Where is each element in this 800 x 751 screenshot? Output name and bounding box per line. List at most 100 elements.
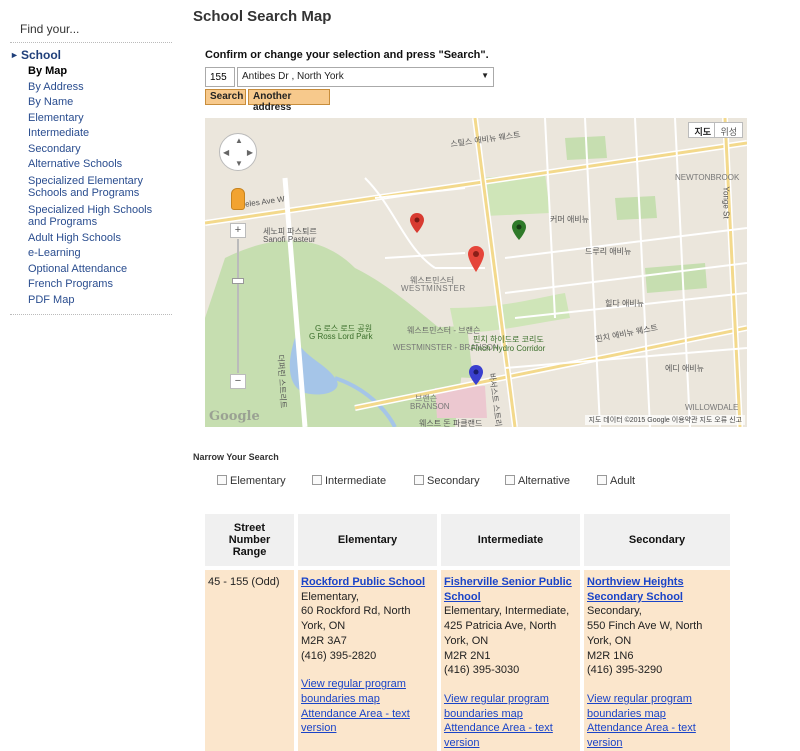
sidebar-item-alternative-schools[interactable]: Alternative Schools	[10, 157, 172, 173]
school-phone: (416) 395-3290	[587, 664, 663, 677]
label-westdon-kr: 웨스트 돈 파클랜드	[419, 419, 483, 427]
page-title: School Search Map	[193, 8, 332, 25]
narrow-search-heading: Narrow Your Search	[193, 452, 279, 462]
filter-label: Alternative	[518, 475, 570, 487]
checkbox[interactable]	[597, 475, 607, 485]
school-postal: M2R 3A7	[301, 634, 347, 647]
boundaries-map-link[interactable]: View regular program boundaries map	[444, 693, 549, 720]
attendance-text-link[interactable]: Attendance Area - text version	[301, 708, 410, 735]
sidebar-divider	[10, 314, 172, 315]
sidebar-item-intermediate[interactable]: Intermediate	[10, 126, 172, 142]
sidebar-item-secondary[interactable]: Secondary	[10, 142, 172, 158]
attendance-text-link[interactable]: Attendance Area - text version	[587, 722, 696, 749]
marker-blue-icon[interactable]	[469, 365, 483, 385]
school-cell-secondary: Northview Heights Secondary School Secon…	[584, 570, 730, 751]
sidebar-item-by-address[interactable]: By Address	[10, 80, 172, 96]
search-button[interactable]: Search	[205, 89, 246, 105]
label-cummer-kr: 커머 애비뉴	[550, 215, 590, 224]
google-logo: Google	[209, 409, 260, 424]
map-type-satellite-button[interactable]: 위성	[714, 122, 743, 138]
filter-label: Secondary	[427, 475, 480, 487]
filter-adult[interactable]: Adult	[597, 475, 635, 487]
street-select[interactable]: Antibes Dr , North York ▼	[237, 67, 494, 87]
label-ross-lord: G Ross Lord Park	[309, 332, 373, 341]
school-cell-elementary: Rockford Public School Elementary, 60 Ro…	[298, 570, 437, 751]
find-your-heading: Find your...	[10, 22, 172, 43]
header-elementary: Elementary	[298, 514, 437, 566]
sidebar-item-adult-high[interactable]: Adult High Schools	[10, 231, 172, 247]
map-type-map-button[interactable]: 지도	[688, 122, 717, 138]
pan-left-icon[interactable]: ◀	[223, 148, 229, 157]
sidebar-item-e-learning[interactable]: e-Learning	[10, 246, 172, 262]
checkbox[interactable]	[312, 475, 322, 485]
label-willowdale: WILLOWDALE	[685, 403, 739, 412]
sidebar-section-school[interactable]: ► School	[10, 47, 172, 64]
caret-right-icon: ►	[10, 50, 19, 60]
marker-red-icon[interactable]	[410, 213, 424, 233]
label-ede-kr: 에디 애비뉴	[665, 364, 705, 373]
sidebar-item-specialized-elementary[interactable]: Specialized Elementary Schools and Progr…	[10, 173, 172, 202]
attendance-text-link[interactable]: Attendance Area - text version	[444, 722, 553, 749]
label-newtonbrook: NEWTONBROOK	[675, 173, 740, 182]
school-link-fisherville[interactable]: Fisherville Senior Public School	[444, 576, 572, 603]
school-link-rockford[interactable]: Rockford Public School	[301, 576, 425, 588]
sidebar-item-by-name[interactable]: By Name	[10, 95, 172, 111]
checkbox[interactable]	[217, 475, 227, 485]
sidebar-item-french-programs[interactable]: French Programs	[10, 277, 172, 293]
school-address: 425 Patricia Ave, North York, ON	[444, 620, 557, 647]
zoom-slider-track[interactable]	[237, 239, 239, 373]
school-phone: (416) 395-3030	[444, 664, 520, 677]
school-type: Secondary,	[587, 605, 642, 618]
sidebar-section-label: School	[21, 48, 62, 62]
pan-right-icon[interactable]: ▶	[247, 148, 253, 157]
label-westminster-branson-kr: 웨스트민스터 - 브랜슨	[407, 326, 481, 335]
school-type: Elementary,	[301, 590, 359, 603]
school-address: 550 Finch Ave W, North York, ON	[587, 620, 703, 647]
sidebar-item-elementary[interactable]: Elementary	[10, 111, 172, 127]
pan-down-icon[interactable]: ▼	[235, 159, 243, 168]
school-map[interactable]: 스틸스 애비뉴 웨스트 Steeles Ave W 세노피 파스퇴르 Sanof…	[205, 118, 747, 427]
school-phone: (416) 395-2820	[301, 649, 377, 662]
chevron-down-icon: ▼	[481, 71, 489, 80]
school-link-northview[interactable]: Northview Heights Secondary School	[587, 576, 684, 603]
filter-label: Intermediate	[325, 475, 387, 487]
sidebar-item-optional-attendance[interactable]: Optional Attendance	[10, 262, 172, 278]
school-postal: M2R 1N6	[587, 649, 634, 662]
sidebar-item-by-map[interactable]: By Map	[10, 64, 172, 80]
sidebar-menu: ► School By Map By Address By Name Eleme…	[10, 47, 172, 308]
park-area	[615, 196, 657, 220]
label-branson: BRANSON	[410, 402, 450, 411]
street-number-input[interactable]	[205, 67, 235, 87]
map-credit[interactable]: 지도 데이터 ©2015 Google 이용약관 지도 오류 신고	[585, 415, 745, 425]
school-postal: M2R 2N1	[444, 649, 491, 662]
checkbox[interactable]	[505, 475, 515, 485]
boundaries-map-link[interactable]: View regular program boundaries map	[301, 678, 406, 705]
filter-elementary[interactable]: Elementary	[217, 475, 286, 487]
zoom-out-button[interactable]: −	[230, 374, 246, 389]
street-view-pegman-icon[interactable]	[231, 188, 245, 210]
checkbox[interactable]	[414, 475, 424, 485]
school-cell-intermediate: Fisherville Senior Public School Element…	[441, 570, 580, 751]
filter-secondary[interactable]: Secondary	[414, 475, 480, 487]
filter-alternative[interactable]: Alternative	[505, 475, 570, 487]
pan-up-icon[interactable]: ▲	[235, 136, 243, 145]
park-area	[645, 263, 707, 293]
label-yonge: Yonge St	[721, 186, 731, 219]
another-address-button[interactable]: Another address	[248, 89, 330, 113]
sidebar-nav: Find your... ► School By Map By Address …	[10, 22, 172, 315]
marker-home-icon[interactable]	[468, 246, 484, 272]
sidebar-item-pdf-map[interactable]: PDF Map	[10, 293, 172, 309]
school-address: 60 Rockford Rd, North York, ON	[301, 605, 411, 633]
pan-control[interactable]: ▲ ▼ ◀ ▶	[219, 133, 257, 171]
range-cell: 45 - 155 (Odd)	[205, 570, 294, 751]
street-select-value: Antibes Dr , North York	[242, 71, 344, 82]
sidebar-item-specialized-high[interactable]: Specialized High Schools and Programs	[10, 202, 172, 231]
filter-intermediate[interactable]: Intermediate	[312, 475, 386, 487]
street-range: 45 - 155 (Odd)	[208, 576, 280, 588]
confirm-instructions: Confirm or change your selection and pre…	[205, 49, 489, 61]
boundaries-map-link[interactable]: View regular program boundaries map	[587, 693, 692, 720]
zoom-in-button[interactable]: +	[230, 223, 246, 238]
zoom-slider-thumb[interactable]	[232, 278, 244, 284]
marker-green-icon[interactable]	[512, 220, 526, 240]
school-type: Elementary, Intermediate,	[444, 605, 570, 618]
